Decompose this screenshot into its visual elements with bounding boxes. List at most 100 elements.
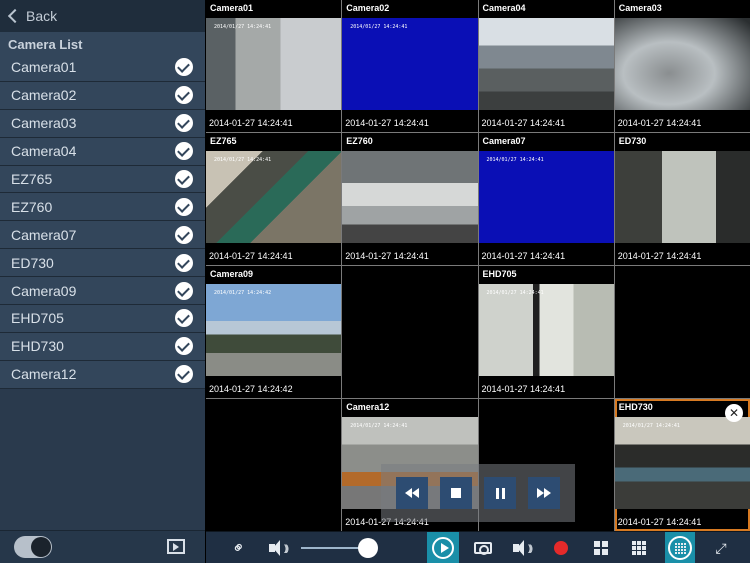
camera-tile[interactable]: 2014/01/27 14:24:41 EHD730 2014-01-27 14:2… <box>614 399 750 531</box>
layout-3x3-button[interactable] <box>627 532 651 563</box>
camera-tile[interactable]: 2014/01/27 14:24:41 EZ765 2014-01-27 14:24… <box>206 133 342 265</box>
checkmark-icon[interactable] <box>175 197 193 216</box>
camera-tile[interactable]: 2014/01/27 14:24:41 Camera01 2014-01-27 14… <box>206 0 342 132</box>
camera-list-item[interactable]: Camera01 <box>0 54 205 82</box>
camera-tile-name: Camera09 <box>210 269 254 279</box>
camera-tile-name: EHD730 <box>618 402 653 412</box>
back-label: Back <box>26 8 58 24</box>
camera-tile-timestamp: 2014-01-27 14:24:42 <box>209 384 293 394</box>
camera-tile-timestamp: 2014-01-27 14:24:41 <box>617 517 702 527</box>
empty-tile[interactable] <box>206 399 342 531</box>
osd-timestamp: 2014/01/27 14:24:41 <box>486 157 544 163</box>
camera-list-item[interactable]: ED730 <box>0 249 205 278</box>
empty-tile[interactable] <box>614 266 750 398</box>
camera-list-item-label: EHD705 <box>11 310 64 327</box>
checkmark-icon[interactable] <box>175 365 193 384</box>
camera-feed <box>342 151 478 243</box>
camera-feed <box>478 18 614 110</box>
checkmark-icon[interactable] <box>175 170 193 188</box>
volume-icon[interactable]: ))) <box>264 532 292 563</box>
camera-feed <box>614 151 750 243</box>
camera-tile[interactable]: 2014/01/27 14:24:41 EHD705 2014-01-27 14:2… <box>478 266 614 398</box>
camera-tile[interactable]: Camera03 2014-01-27 14:24:41 <box>614 0 750 132</box>
camera-list-title: Camera List <box>0 32 205 54</box>
checkmark-icon[interactable] <box>175 337 193 356</box>
camera-list-item[interactable]: Camera03 <box>0 109 205 138</box>
osd-timestamp: 2014/01/27 14:24:41 <box>622 423 680 429</box>
camera-list-item[interactable]: Camera02 <box>0 81 205 110</box>
audio-icon[interactable]: ))) <box>508 532 536 563</box>
checkmark-icon[interactable] <box>175 142 193 161</box>
grid-2x2-icon <box>594 541 608 555</box>
checkmark-icon[interactable] <box>175 281 193 300</box>
camera-list-item-label: Camera12 <box>11 366 77 383</box>
checkmark-icon[interactable] <box>175 309 193 328</box>
checkmark-icon[interactable] <box>175 58 193 77</box>
camera-feed: 2014/01/27 14:24:41 <box>614 417 750 509</box>
play-icon <box>432 537 454 559</box>
layout-4x4-button[interactable] <box>665 532 695 563</box>
osd-timestamp: 2014/01/27 14:24:41 <box>214 24 272 30</box>
link-icon[interactable]: ⚭ <box>218 527 259 563</box>
play-button[interactable] <box>427 532 459 563</box>
snapshot-button[interactable] <box>471 532 495 563</box>
sidebar: Back Camera List Camera01 Camera02 Camera0… <box>0 0 205 563</box>
rewind-button[interactable] <box>396 477 428 509</box>
camera-feed: 2014/01/27 14:24:41 <box>342 18 478 110</box>
empty-tile[interactable] <box>342 266 478 398</box>
camera-feed: 2014/01/27 14:24:41 <box>206 18 342 110</box>
camera-tile[interactable]: 2014/01/27 14:24:41 Camera07 2014-01-27 14… <box>478 133 614 265</box>
camera-tile-name: Camera01 <box>210 3 254 13</box>
checkmark-icon[interactable] <box>175 114 193 133</box>
camera-tile-name: Camera02 <box>346 3 390 13</box>
camera-tile-timestamp: 2014-01-27 14:24:41 <box>617 118 702 128</box>
camera-list-item-label: Camera04 <box>11 143 77 160</box>
camera-tile[interactable]: 2014/01/27 14:24:41 Camera02 2014-01-27 14… <box>342 0 478 132</box>
camera-feed <box>614 18 750 110</box>
camera-list-item-label: Camera03 <box>11 115 77 132</box>
pause-icon <box>495 487 505 499</box>
camera-list-item[interactable]: EHD705 <box>0 305 205 333</box>
mode-toggle[interactable] <box>14 536 52 558</box>
record-button[interactable] <box>551 532 571 563</box>
camera-tile-timestamp: 2014-01-27 14:24:41 <box>209 251 293 261</box>
camera-list-item[interactable]: EZ760 <box>0 193 205 222</box>
camera-tile-timestamp: 2014-01-27 14:24:41 <box>481 118 566 128</box>
close-icon[interactable]: ✕ <box>725 404 743 422</box>
stop-button[interactable] <box>440 477 472 509</box>
camera-tile-name: ED730 <box>618 136 647 146</box>
checkmark-icon[interactable] <box>175 253 193 272</box>
pause-button[interactable] <box>484 477 516 509</box>
volume-slider-knob[interactable] <box>357 538 378 558</box>
camera-tile-name: Camera03 <box>618 3 662 13</box>
osd-timestamp: 2014/01/27 14:24:42 <box>214 290 272 296</box>
bottom-toolbar: ⚭ ))) ))) ⤢ <box>206 531 750 563</box>
checkmark-icon[interactable] <box>175 225 193 244</box>
fast-forward-icon <box>537 488 551 498</box>
camera-tile-name: Camera12 <box>346 402 390 412</box>
camera-list-item-label: Camera01 <box>11 59 77 76</box>
back-button[interactable]: Back <box>0 0 205 32</box>
camera-list-item[interactable]: Camera04 <box>0 137 205 166</box>
layout-2x2-button[interactable] <box>589 532 613 563</box>
osd-timestamp: 2014/01/27 14:24:41 <box>350 24 408 30</box>
camera-list-item[interactable]: EZ765 <box>0 165 205 194</box>
camera-tile[interactable]: EZ760 2014-01-27 14:24:41 <box>342 133 478 265</box>
camera-tile[interactable]: Camera04 2014-01-27 14:24:41 <box>478 0 614 132</box>
camera-feed: 2014/01/27 14:24:41 <box>478 284 614 376</box>
playback-video-icon[interactable] <box>167 539 185 554</box>
toggle-knob <box>31 537 51 557</box>
fast-forward-button[interactable] <box>528 477 560 509</box>
checkmark-icon[interactable] <box>175 86 193 105</box>
camera-tile-timestamp: 2014-01-27 14:24:41 <box>345 251 429 261</box>
camera-tile[interactable]: 2014/01/27 14:24:42 Camera09 2014-01-27 14… <box>206 266 342 398</box>
camera-list-item[interactable]: EHD730 <box>0 332 205 361</box>
camera-list-item[interactable]: Camera12 <box>0 360 205 389</box>
camera-tile[interactable]: ED730 2014-01-27 14:24:41 <box>614 133 750 265</box>
camera-list-item[interactable]: Camera07 <box>0 221 205 250</box>
camera-feed: 2014/01/27 14:24:42 <box>206 284 342 376</box>
fullscreen-icon[interactable]: ⤢ <box>709 532 733 563</box>
camera-tile-name: Camera04 <box>482 3 526 13</box>
camera-tile-timestamp: 2014-01-27 14:24:41 <box>481 384 566 394</box>
camera-list-item[interactable]: Camera09 <box>0 277 205 306</box>
